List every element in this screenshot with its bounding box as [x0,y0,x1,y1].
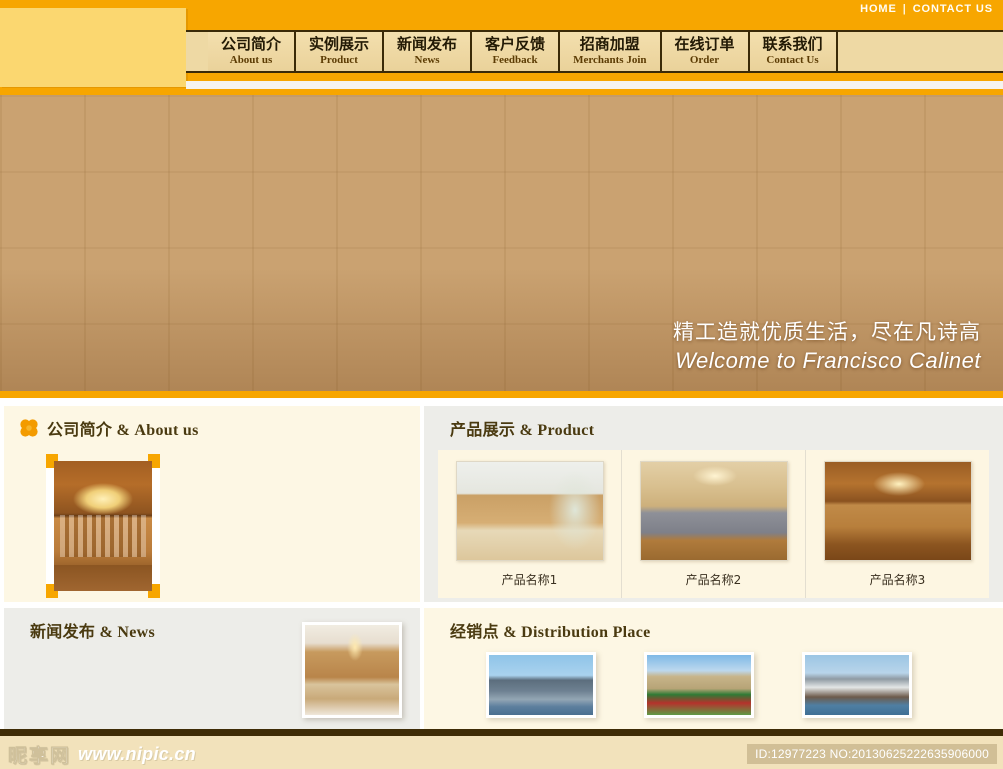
logo-panel[interactable] [0,8,186,87]
distribution-gallery [486,652,1003,718]
distribution-title: 经销点 & Distribution Place [450,624,651,641]
section-news: 新闻发布 & News [4,608,420,734]
section-product: 产品展示 & Product 产品名称1 产品名称2 产品名称3 [424,406,1003,602]
nav-label-en: Feedback [492,53,538,66]
nav-label-cn: 联系我们 [762,34,823,53]
product-label: 产品名称2 [685,573,742,587]
page-root: HOME | CONTACT US 公司简介 About us 实例展示 Pro… [0,0,1003,769]
nav-label-en: Order [689,53,720,66]
header-white-strip [186,81,1003,89]
nav-label-en: About us [229,53,273,66]
product-card[interactable]: 产品名称3 [806,450,989,598]
product-label: 产品名称1 [501,573,558,587]
nav-item-about-us[interactable]: 公司简介 About us [208,32,297,71]
product-grid: 产品名称1 产品名称2 产品名称3 [438,450,989,598]
nav-label-cn: 在线订单 [674,34,735,53]
nav-item-contact-us[interactable]: 联系我们 Contact Us [749,32,838,71]
distribution-photo [647,655,751,715]
nav-label-en: Product [320,53,358,66]
hero-banner: 精工造就优质生活，尽在凡诗高 Welcome to Francisco Cali… [0,95,1003,398]
logo-image [0,8,186,87]
top-links-separator: | [902,3,907,15]
section-about-us: 公司简介 & About us [4,406,420,602]
watermark-id-text: ID:12977223 NO:20130625222635906000 [747,744,997,764]
about-us-photo-frame[interactable] [46,454,160,598]
site-header: HOME | CONTACT US 公司简介 About us 实例展示 Pro… [0,0,1003,95]
about-us-photo [54,461,152,591]
footer-watermark-bar: 昵享网 www.nipic.cn ID:12977223 NO:20130625… [0,729,1003,769]
product-photo [639,461,788,561]
watermark-brand: 昵享网 www.nipic.cn [8,741,196,768]
flower-icon [18,417,40,439]
news-photo-frame[interactable] [302,622,402,718]
watermark-brand-cn: 昵享网 [8,745,72,768]
product-photo [455,461,604,561]
distribution-photo [489,655,593,715]
contact-us-link[interactable]: CONTACT US [913,3,993,15]
nav-right-spacer [837,32,1003,71]
hero-slogan-block: 精工造就优质生活，尽在凡诗高 Welcome to Francisco Cali… [673,318,981,376]
product-label: 产品名称3 [869,573,926,587]
product-photo [823,461,972,561]
product-title: 产品展示 & Product [450,422,595,439]
nav-label-cn: 实例展示 [309,34,370,53]
about-us-title: 公司简介 & About us [47,422,199,439]
hero-slogan-en: Welcome to Francisco Calinet [675,348,981,373]
product-header: 产品展示 & Product [424,406,1003,440]
distribution-card[interactable] [644,652,754,718]
nav-label-en: Merchants Join [573,53,647,66]
distribution-card[interactable] [802,652,912,718]
nav-item-merchants-join[interactable]: 招商加盟 Merchants Join [560,32,662,71]
nav-label-en: News [414,53,440,66]
nav-label-cn: 客户反馈 [485,34,546,53]
distribution-photo [805,655,909,715]
nav-left-spacer [186,32,208,71]
content-area: 公司简介 & About us 产品展示 & Product 产品名称1 产品名… [0,398,1003,734]
hero-slogan-cn: 精工造就优质生活，尽在凡诗高 [673,320,981,344]
nav-label-cn: 公司简介 [221,34,282,53]
nav-label-cn: 新闻发布 [397,34,458,53]
product-card[interactable]: 产品名称1 [438,450,622,598]
news-title: 新闻发布 & News [30,624,156,641]
product-card[interactable]: 产品名称2 [622,450,806,598]
watermark-brand-url: www.nipic.cn [78,744,196,764]
distribution-header: 经销点 & Distribution Place [424,608,1003,642]
about-us-header: 公司简介 & About us [4,406,420,440]
nav-item-order[interactable]: 在线订单 Order [661,32,750,71]
hero-bottom-rule [0,391,1003,398]
nav-item-news[interactable]: 新闻发布 News [384,32,473,71]
nav-item-feedback[interactable]: 客户反馈 Feedback [472,32,561,71]
nav-label-en: Contact Us [766,53,819,66]
main-navigation: 公司简介 About us 实例展示 Product 新闻发布 News 客户反… [186,30,1003,73]
nav-item-product[interactable]: 实例展示 Product [296,32,385,71]
nav-label-cn: 招商加盟 [579,34,640,53]
header-top-links: HOME | CONTACT US [860,3,993,15]
news-photo [305,625,399,715]
section-distribution: 经销点 & Distribution Place [424,608,1003,734]
distribution-card[interactable] [486,652,596,718]
home-link[interactable]: HOME [860,3,897,15]
